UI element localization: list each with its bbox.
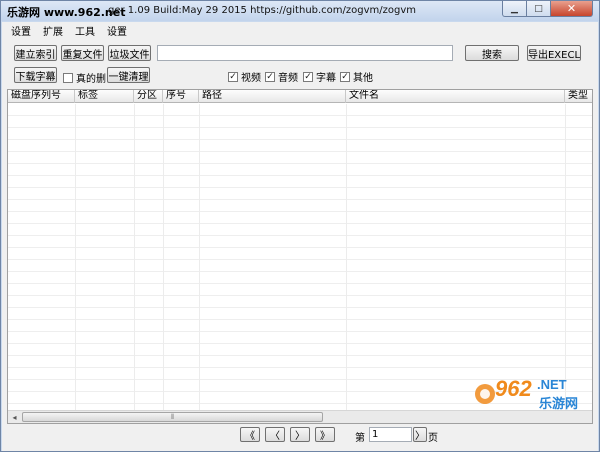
page-number-input[interactable]: 1 [369, 427, 412, 442]
check-icon[interactable]: ✓ [265, 71, 275, 82]
minimize-icon: ▁ [511, 3, 518, 14]
maximize-icon: □ [534, 3, 543, 14]
close-icon: ✕ [566, 2, 577, 15]
junk-files-button[interactable]: 垃圾文件 [108, 45, 151, 61]
last-page-button[interactable]: 》 [315, 427, 335, 442]
window-title: ger 1.09 Build:May 29 2015 https://githu… [108, 5, 417, 16]
checkbox-box[interactable] [63, 72, 73, 83]
real-delete-label: 真的删 [76, 74, 106, 85]
search-input[interactable] [157, 45, 453, 61]
column-header-label[interactable]: 标签 [75, 90, 134, 103]
table-body [8, 104, 592, 411]
column-divider [75, 104, 76, 411]
app-window: 乐游网 www.962.net ger 1.09 Build:May 29 20… [0, 0, 600, 452]
go-to-page-button[interactable]: 〉 [413, 427, 427, 442]
filter-video-checkbox[interactable]: ✓ 视频 [228, 69, 261, 84]
duplicate-files-button[interactable]: 重复文件 [61, 45, 104, 61]
download-subtitles-button[interactable]: 下载字幕 [14, 67, 57, 83]
column-header-filename[interactable]: 文件名 [346, 90, 565, 103]
logo-suffix: .NET [537, 377, 567, 392]
filter-other-label: 其他 [353, 73, 373, 84]
column-header-partition[interactable]: 分区 [134, 90, 163, 103]
column-divider [199, 104, 200, 411]
filter-audio-label: 音频 [278, 73, 298, 84]
prev-page-button[interactable]: 〈 [265, 427, 285, 442]
grip-icon: ⦀ [170, 412, 175, 421]
real-delete-checkbox[interactable]: 真的删 [63, 70, 106, 85]
next-page-button[interactable]: 〉 [290, 427, 310, 442]
filter-subtitle-label: 字幕 [316, 73, 336, 84]
menu-settings-2[interactable]: 设置 [107, 23, 127, 38]
export-excel-button[interactable]: 导出EXECL [527, 45, 581, 61]
check-icon[interactable]: ✓ [340, 71, 350, 82]
filter-video-label: 视频 [241, 73, 261, 84]
close-button[interactable]: ✕ [551, 1, 593, 17]
menu-tools[interactable]: 工具 [75, 23, 95, 38]
check-icon[interactable]: ✓ [228, 71, 238, 82]
one-click-clean-button[interactable]: 一键清理 [107, 67, 150, 83]
column-header-type[interactable]: 类型 [565, 90, 592, 103]
column-header-disk-serial[interactable]: 磁盘序列号 [8, 90, 75, 103]
build-index-button[interactable]: 建立索引 [14, 45, 57, 61]
column-divider [565, 104, 566, 411]
column-header-index[interactable]: 序号 [163, 90, 199, 103]
minimize-button[interactable]: ▁ [502, 1, 527, 17]
table-header: 磁盘序列号 标签 分区 序号 路径 文件名 类型 [8, 90, 592, 103]
scroll-left-icon[interactable]: ◂ [8, 411, 21, 423]
logo-number: 962 [495, 376, 532, 401]
logo-cn-name: 乐游网 [539, 396, 578, 412]
logo-swirl-inner [480, 389, 490, 399]
filter-audio-checkbox[interactable]: ✓ 音频 [265, 69, 298, 84]
filter-subtitle-checkbox[interactable]: ✓ 字幕 [303, 69, 336, 84]
scrollbar-thumb[interactable]: ⦀ [22, 412, 323, 422]
column-header-path[interactable]: 路径 [199, 90, 346, 103]
menu-settings[interactable]: 设置 [11, 23, 31, 38]
menu-bar: 设置 扩展 工具 设置 [2, 22, 598, 38]
column-divider [134, 104, 135, 411]
maximize-button[interactable]: □ [527, 1, 551, 17]
window-controls: ▁ □ ✕ [502, 1, 593, 19]
site-logo-watermark: 962 .NET 乐游网 [475, 376, 578, 412]
search-button[interactable]: 搜索 [465, 45, 519, 61]
column-divider [346, 104, 347, 411]
column-divider [163, 104, 164, 411]
title-bar[interactable]: 乐游网 www.962.net ger 1.09 Build:May 29 20… [1, 1, 599, 21]
check-icon[interactable]: ✓ [303, 71, 313, 82]
page-label-suffix: 页 [428, 433, 438, 444]
page-label-prefix: 第 [355, 433, 365, 444]
filter-other-checkbox[interactable]: ✓ 其他 [340, 69, 373, 84]
menu-extensions[interactable]: 扩展 [43, 23, 63, 38]
first-page-button[interactable]: 《 [240, 427, 260, 442]
